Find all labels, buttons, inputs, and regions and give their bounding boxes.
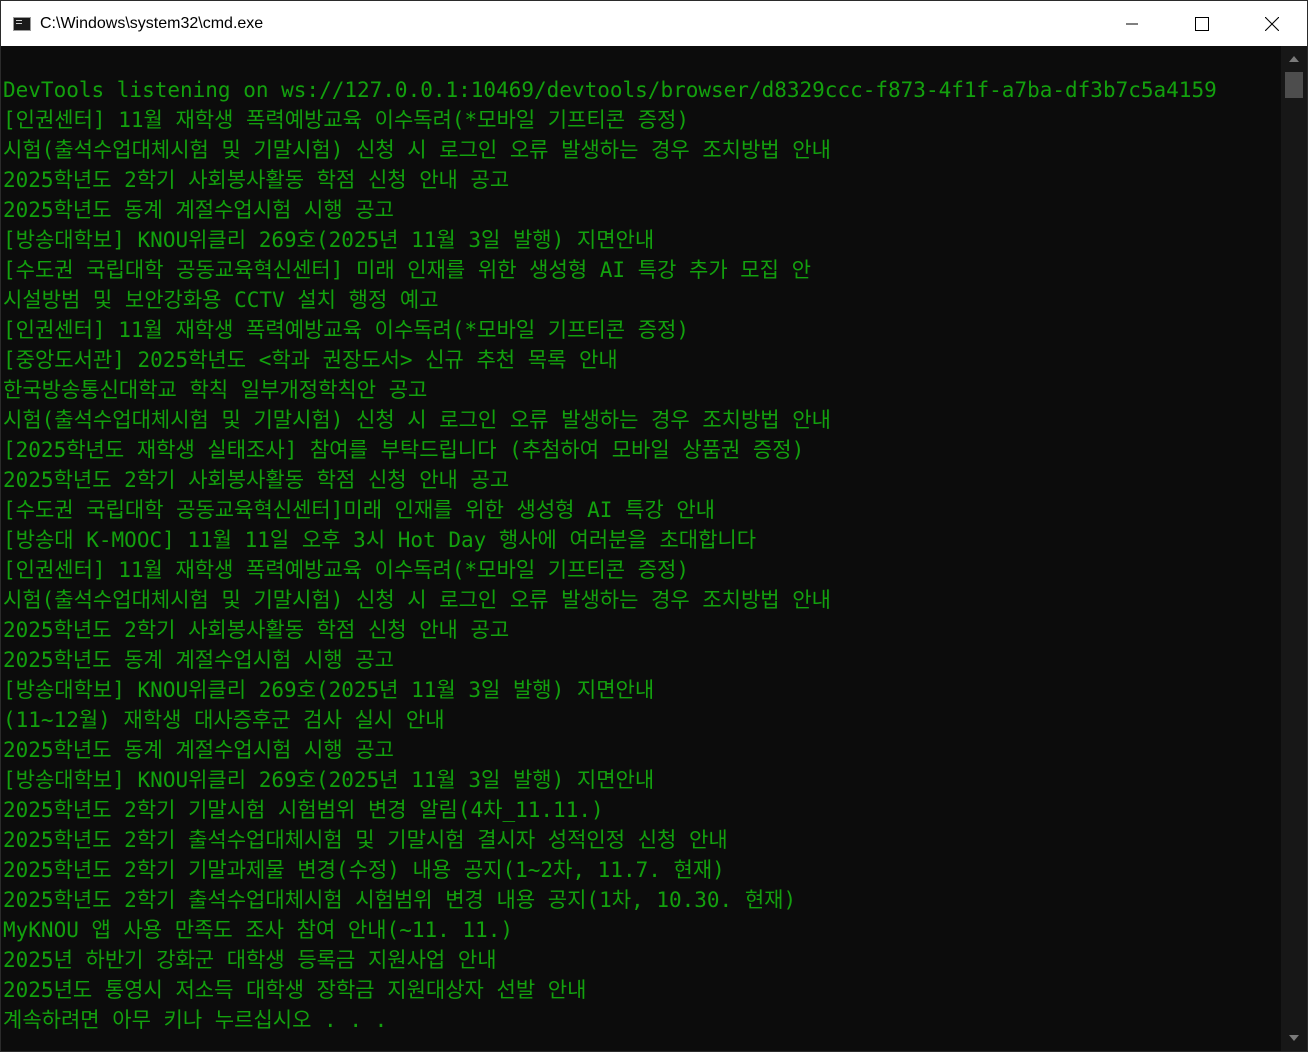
- console-line: 2025학년도 동계 계절수업시험 시행 공고: [3, 648, 394, 672]
- console-line: [인권센터] 11월 재학생 폭력예방교육 이수독려(*모바일 기프티콘 증정): [3, 318, 689, 342]
- console-line: [방송대 K-MOOC] 11월 11일 오후 3시 Hot Day 행사에 여…: [3, 528, 757, 552]
- console-line: 2025학년도 2학기 기말과제물 변경(수정) 내용 공지(1~2차, 11.…: [3, 858, 725, 882]
- console-line: [수도권 국립대학 공동교육혁신센터]미래 인재를 위한 생성형 AI 특강 안…: [3, 498, 715, 522]
- console-line: [방송대학보] KNOU위클리 269호(2025년 11월 3일 발행) 지면…: [3, 228, 655, 252]
- cmd-app-icon[interactable]: [13, 16, 31, 31]
- console-line: 2025학년도 동계 계절수업시험 시행 공고: [3, 198, 394, 222]
- maximize-button[interactable]: [1167, 1, 1237, 46]
- scroll-up-arrow-icon[interactable]: [1281, 49, 1307, 69]
- cmd-window: C:\Windows\system32\cmd.exe DevTools lis…: [0, 0, 1308, 1052]
- console-line: 시험(출석수업대체시험 및 기말시험) 신청 시 로그인 오류 발생하는 경우 …: [3, 408, 831, 432]
- vertical-scrollbar[interactable]: [1281, 46, 1307, 1051]
- console-line: [중앙도서관] 2025학년도 <학과 권장도서> 신규 추천 목록 안내: [3, 348, 618, 372]
- console-line: 시설방범 및 보안강화용 CCTV 설치 행정 예고: [3, 288, 439, 312]
- console-line: [인권센터] 11월 재학생 폭력예방교육 이수독려(*모바일 기프티콘 증정): [3, 108, 689, 132]
- console-line: 2025학년도 동계 계절수업시험 시행 공고: [3, 738, 394, 762]
- console-line: [2025학년도 재학생 실태조사] 참여를 부탁드립니다 (추첨하여 모바일 …: [3, 438, 805, 462]
- console-line: 2025학년도 2학기 기말시험 시험범위 변경 알림(4차_11.11.): [3, 798, 604, 822]
- console-line: 2025년 하반기 강화군 대학생 등록금 지원사업 안내: [3, 948, 497, 972]
- console-line: [방송대학보] KNOU위클리 269호(2025년 11월 3일 발행) 지면…: [3, 678, 655, 702]
- console-line: [방송대학보] KNOU위클리 269호(2025년 11월 3일 발행) 지면…: [3, 768, 655, 792]
- console-line: 2025학년도 2학기 사회봉사활동 학점 신청 안내 공고: [3, 618, 510, 642]
- console-line: 2025학년도 2학기 출석수업대체시험 시험범위 변경 내용 공지(1차, 1…: [3, 888, 797, 912]
- title-bar[interactable]: C:\Windows\system32\cmd.exe: [1, 1, 1307, 46]
- console-line: MyKNOU 앱 사용 만족도 조사 참여 안내(~11. 11.): [3, 918, 513, 942]
- console-line: 2025학년도 2학기 사회봉사활동 학점 신청 안내 공고: [3, 168, 510, 192]
- console-line: 2025년도 통영시 저소득 대학생 장학금 지원대상자 선발 안내: [3, 978, 587, 1002]
- console-line: 시험(출석수업대체시험 및 기말시험) 신청 시 로그인 오류 발생하는 경우 …: [3, 138, 831, 162]
- scroll-thumb[interactable]: [1285, 72, 1303, 98]
- close-button[interactable]: [1237, 1, 1307, 46]
- console-line: (11~12월) 재학생 대사증후군 검사 실시 안내: [3, 708, 445, 732]
- minimize-icon: [1126, 23, 1138, 24]
- window-title: C:\Windows\system32\cmd.exe: [40, 14, 264, 32]
- minimize-button[interactable]: [1097, 1, 1167, 46]
- console-line: DevTools listening on ws://127.0.0.1:104…: [3, 78, 1217, 102]
- console-line: [수도권 국립대학 공동교육혁신센터] 미래 인재를 위한 생성형 AI 특강 …: [3, 258, 811, 282]
- maximize-icon: [1195, 16, 1209, 31]
- window-controls: [1097, 1, 1307, 46]
- console-line: 한국방송통신대학교 학칙 일부개정학칙안 공고: [3, 378, 428, 402]
- close-icon: [1265, 16, 1279, 31]
- console-line: 계속하려면 아무 키나 누르십시오 . . .: [3, 1008, 388, 1032]
- scroll-down-arrow-icon[interactable]: [1281, 1028, 1307, 1048]
- console-output[interactable]: DevTools listening on ws://127.0.0.1:104…: [1, 46, 1281, 1051]
- console-line: [인권센터] 11월 재학생 폭력예방교육 이수독려(*모바일 기프티콘 증정): [3, 558, 689, 582]
- console-line: 2025학년도 2학기 사회봉사활동 학점 신청 안내 공고: [3, 468, 510, 492]
- console-line: 2025학년도 2학기 출석수업대체시험 및 기말시험 결시자 성적인정 신청 …: [3, 828, 728, 852]
- console-line: 시험(출석수업대체시험 및 기말시험) 신청 시 로그인 오류 발생하는 경우 …: [3, 588, 831, 612]
